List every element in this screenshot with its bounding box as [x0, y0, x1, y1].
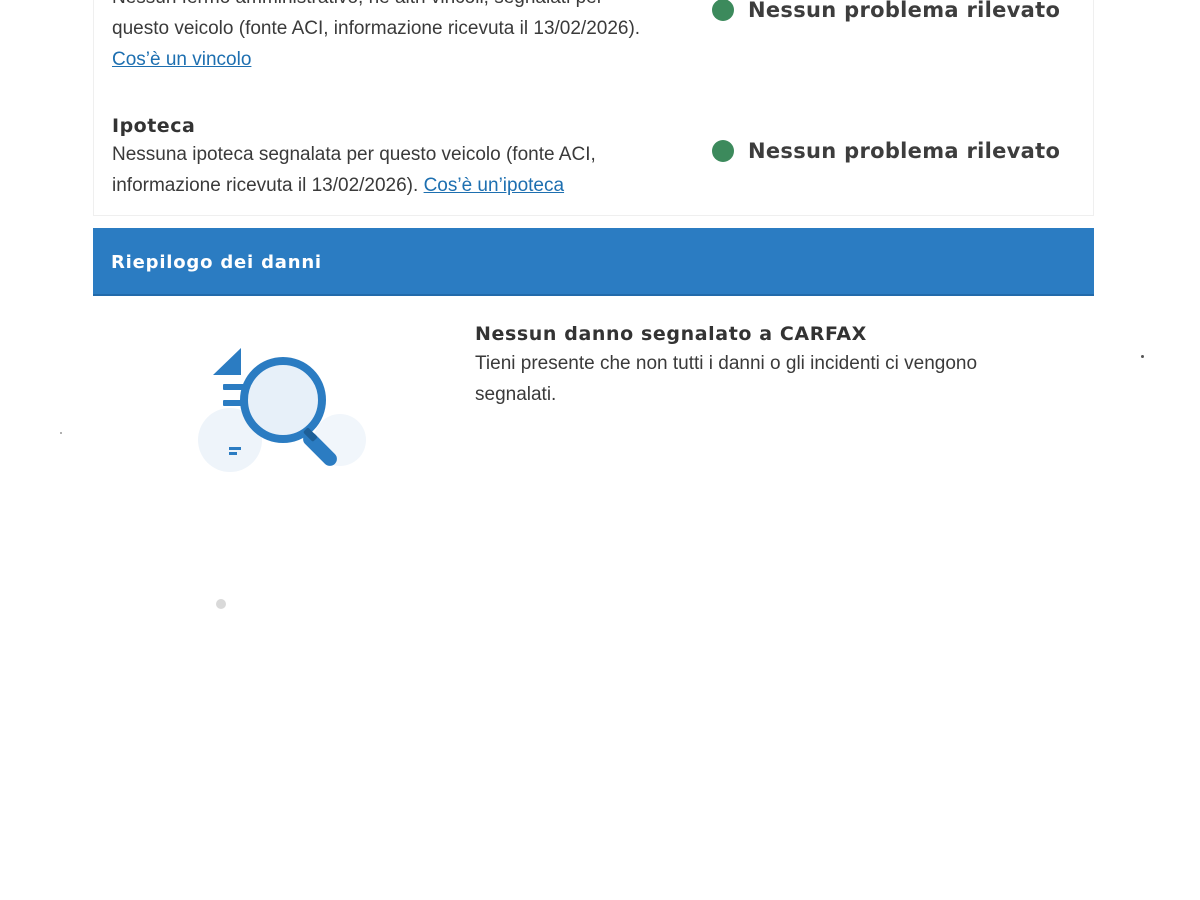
- vincolo-row: Nessun fermo amministrativo, né altri vi…: [112, 0, 1072, 75]
- ipoteca-status: Nessun problema rilevato: [712, 139, 1060, 163]
- scan-speck: [60, 432, 62, 434]
- vincolo-status: Nessun problema rilevato: [712, 0, 1060, 22]
- scan-speck: [1141, 355, 1144, 358]
- vincolo-description: Nessun fermo amministrativo, né altri vi…: [112, 0, 672, 75]
- vincolo-info-link[interactable]: Cos’è un vincolo: [112, 49, 251, 70]
- vincolo-status-text: Nessun problema rilevato: [748, 0, 1061, 22]
- encumbrance-card: Nessun fermo amministrativo, né altri vi…: [93, 0, 1094, 216]
- status-ok-dot-icon: [712, 140, 734, 162]
- damage-summary-description: Tieni presente che non tutti i danni o g…: [475, 353, 978, 405]
- ipoteca-status-text: Nessun problema rilevato: [748, 139, 1061, 163]
- ipoteca-row: Ipoteca Nessuna ipoteca segnalata per qu…: [112, 113, 1072, 201]
- ipoteca-description: Nessuna ipoteca segnalata per questo vei…: [112, 139, 672, 201]
- scan-speck: [216, 599, 226, 609]
- status-ok-dot-icon: [712, 0, 734, 21]
- ipoteca-info-link[interactable]: Cos’è un’ipoteca: [424, 175, 564, 196]
- damage-summary-title: Nessun danno segnalato a CARFAX: [475, 323, 867, 345]
- damage-summary-content: Nessun danno segnalato a CARFAX Tieni pr…: [475, 320, 1075, 410]
- damage-summary-banner: Riepilogo dei danni: [93, 228, 1094, 296]
- vincolo-description-line1: Nessun fermo amministrativo, né altri vi…: [112, 0, 672, 13]
- magnifier-document-icon: [175, 340, 375, 475]
- ipoteca-title: Ipoteca: [112, 115, 196, 137]
- damage-summary-banner-title: Riepilogo dei danni: [111, 252, 322, 273]
- vincolo-description-rest: questo veicolo (fonte ACI, informazione …: [112, 18, 641, 39]
